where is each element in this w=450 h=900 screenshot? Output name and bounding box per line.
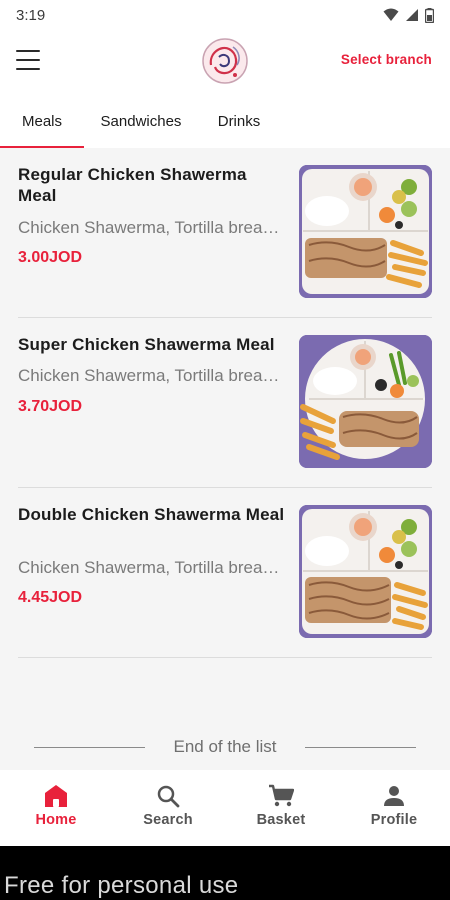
tab-drinks[interactable]: Drinks [198, 94, 280, 148]
tab-meals[interactable]: Meals [0, 94, 84, 148]
status-bar: 3:19 [0, 0, 450, 30]
search-icon [157, 785, 180, 808]
bottom-navigation: Home Search Basket Profile [0, 770, 450, 846]
select-branch-button[interactable]: Select branch [341, 52, 432, 67]
meal-image [299, 505, 432, 638]
tab-sandwiches[interactable]: Sandwiches [84, 94, 198, 148]
divider [34, 746, 146, 748]
meal-image [299, 165, 432, 298]
status-time: 3:19 [16, 6, 46, 24]
nav-profile-label: Profile [370, 812, 418, 828]
nav-home[interactable]: Home [0, 784, 112, 828]
nav-search[interactable]: Search [112, 784, 224, 828]
end-of-list: End of the list [0, 735, 450, 759]
list-item[interactable]: Double Chicken Shawerma Meal Chicken Sha… [18, 488, 432, 658]
nav-basket[interactable]: Basket [225, 784, 337, 828]
cart-icon [269, 784, 294, 807]
item-price: 3.70JOD [18, 398, 83, 415]
end-of-list-label: End of the list [173, 737, 277, 756]
nav-profile[interactable]: Profile [338, 784, 450, 828]
meal-image [299, 335, 432, 468]
nav-search-label: Search [143, 812, 193, 828]
divider [304, 746, 416, 748]
restaurant-logo [202, 38, 248, 84]
app-bar: Select branch [0, 30, 450, 94]
hamburger-menu-icon[interactable] [16, 50, 40, 70]
nav-basket-label: Basket [256, 812, 306, 828]
signal-icon [406, 9, 418, 21]
home-icon [45, 785, 67, 807]
item-title: Regular Chicken Shawerma Meal [18, 165, 247, 205]
list-item[interactable]: Super Chicken Shawerma Meal Chicken Shaw… [18, 318, 432, 488]
watermark-text: Free for personal use [4, 872, 239, 899]
status-icons [383, 7, 434, 23]
item-title: Double Chicken Shawerma Meal [18, 505, 285, 524]
item-price: 3.00JOD [18, 249, 83, 266]
list-item[interactable]: Regular Chicken Shawerma Meal Chicken Sh… [18, 148, 432, 318]
item-price: 4.45JOD [18, 589, 83, 606]
item-description: Chicken Shawerma, Tortilla bread, Fries,… [18, 218, 288, 237]
wifi-icon [383, 8, 399, 21]
nav-home-label: Home [35, 812, 77, 828]
item-description: Chicken Shawerma, Tortilla bread, Fries,… [18, 366, 288, 385]
divider [18, 657, 432, 658]
battery-icon [425, 7, 434, 23]
item-title: Super Chicken Shawerma Meal [18, 335, 275, 354]
item-description: Chicken Shawerma, Tortilla bread, Fries,… [18, 558, 288, 577]
category-tabs: Meals Sandwiches Drinks [0, 94, 450, 148]
person-icon [384, 786, 404, 806]
